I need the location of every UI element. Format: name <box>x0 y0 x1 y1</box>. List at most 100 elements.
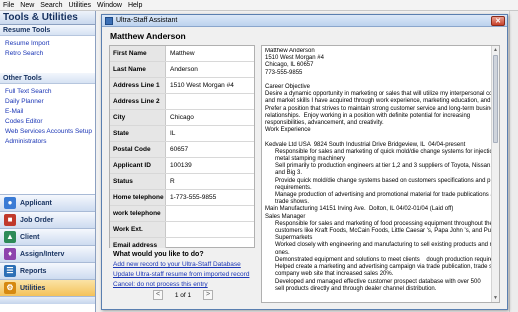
field-first-name: First Name Matthew <box>110 46 254 62</box>
scroll-down-icon[interactable]: ▼ <box>492 294 499 302</box>
nav-label: Job Order <box>20 216 54 224</box>
link-retro-search[interactable]: Retro Search <box>0 49 95 59</box>
add-new-record-link[interactable]: Add new record to your Ultra-Staff Datab… <box>109 260 255 270</box>
ultra-staff-assistant-dialog: Ultra-Staff Assistant ✕ Matthew Anderson… <box>101 14 508 310</box>
scroll-up-icon[interactable]: ▲ <box>492 46 499 54</box>
module-nav: ● Applicant ■ Job Order ▲ Client ♦ Assig… <box>0 194 95 304</box>
field-address-line-2: Address Line 2 <box>110 94 254 110</box>
app-icon <box>105 16 113 25</box>
other-tools-list: Full Text Search Daily Planner E-Mail Co… <box>0 84 95 147</box>
field-label: Home telephone <box>110 190 166 205</box>
nav-label: Client <box>20 233 40 241</box>
applicant-form: First Name Matthew Last Name Anderson Ad… <box>109 45 255 248</box>
field-value[interactable]: 1510 West Morgan #4 <box>170 78 252 93</box>
field-value[interactable]: IL <box>170 126 252 141</box>
field-work-ext: Work Ext. <box>110 222 254 238</box>
field-value[interactable]: Anderson <box>170 62 252 77</box>
action-panel: What would you like to do? Add new recor… <box>109 250 255 289</box>
field-value[interactable]: Matthew <box>170 46 252 61</box>
page-indicator: 1 of 1 <box>174 291 192 299</box>
menu-new[interactable]: New <box>17 0 37 11</box>
field-value[interactable]: 100139 <box>170 158 252 173</box>
field-label: work telephone <box>110 206 166 221</box>
prev-record-button[interactable]: < <box>153 290 163 300</box>
field-city: City Chicago <box>110 110 254 126</box>
field-label: Status <box>110 174 166 189</box>
actions-heading: What would you like to do? <box>113 251 204 258</box>
update-resume-link[interactable]: Update Ultra-staff resume from imported … <box>109 270 255 280</box>
main-scrollbar[interactable] <box>509 11 518 312</box>
nav-applicant[interactable]: ● Applicant <box>0 194 95 211</box>
menu-search[interactable]: Search <box>37 0 65 11</box>
link-email[interactable]: E-Mail <box>0 107 95 117</box>
link-daily-planner[interactable]: Daily Planner <box>0 97 95 107</box>
contact-name: Matthew Anderson <box>110 31 186 41</box>
menu-help[interactable]: Help <box>125 0 145 11</box>
field-label: First Name <box>110 46 166 61</box>
link-administrators[interactable]: Administrators <box>0 137 95 147</box>
field-label: City <box>110 110 166 125</box>
field-address-line-1: Address Line 1 1510 West Morgan #4 <box>110 78 254 94</box>
menu-file[interactable]: File <box>0 0 17 11</box>
resume-text: Matthew Anderson 1510 West Morgan #4 Chi… <box>265 48 491 292</box>
job-order-icon: ■ <box>4 214 16 226</box>
field-last-name: Last Name Anderson <box>110 62 254 78</box>
next-record-button[interactable]: > <box>202 290 213 300</box>
record-pager: < 1 of 1 > <box>153 289 213 301</box>
link-codes-editor[interactable]: Codes Editor <box>0 117 95 127</box>
field-label: Work Ext. <box>110 222 166 237</box>
field-value[interactable] <box>170 206 252 221</box>
field-label: Applicant ID <box>110 158 166 173</box>
field-label: Address Line 2 <box>110 94 166 109</box>
field-work-telephone: work telephone <box>110 206 254 222</box>
field-status: Status R <box>110 174 254 190</box>
field-label: Postal Code <box>110 142 166 157</box>
nav-label: Utilities <box>20 284 46 292</box>
field-home-telephone: Home telephone 1-773-555-9855 <box>110 190 254 206</box>
dialog-titlebar[interactable]: Ultra-Staff Assistant <box>102 15 507 27</box>
field-label: State <box>110 126 166 141</box>
nav-utilities[interactable]: ⚙ Utilities <box>0 279 95 296</box>
nav-client[interactable]: ▲ Client <box>0 228 95 245</box>
field-value[interactable]: Chicago <box>170 110 252 125</box>
menu-utilities[interactable]: Utilities <box>65 0 94 11</box>
field-state: State IL <box>110 126 254 142</box>
other-tools-header[interactable]: Other Tools <box>0 73 95 84</box>
tools-panel: Tools & Utilities Resume Tools Resume Im… <box>0 11 96 312</box>
assign-icon: ♦ <box>4 248 16 260</box>
nav-job-order[interactable]: ■ Job Order <box>0 211 95 228</box>
nav-label: Reports <box>20 267 47 275</box>
reports-icon: ☰ <box>4 265 16 277</box>
field-label: Email address <box>110 238 166 248</box>
client-icon: ▲ <box>4 231 16 243</box>
field-value[interactable] <box>170 94 252 109</box>
field-value[interactable]: 1-773-555-9855 <box>170 190 252 205</box>
field-applicant-id: Applicant ID 100139 <box>110 158 254 174</box>
resume-tools-header[interactable]: Resume Tools <box>0 25 95 36</box>
nav-assign-interv[interactable]: ♦ Assign/Interv <box>0 245 95 262</box>
field-label: Address Line 1 <box>110 78 166 93</box>
nav-label: Applicant <box>20 199 52 207</box>
field-value[interactable]: R <box>170 174 252 189</box>
field-value[interactable]: 60657 <box>170 142 252 157</box>
link-resume-import[interactable]: Resume Import <box>0 39 95 49</box>
scroll-thumb[interactable] <box>493 55 498 143</box>
close-icon[interactable]: ✕ <box>491 16 505 26</box>
menu-bar: File New Search Utilities Window Help <box>0 0 518 11</box>
utilities-icon: ⚙ <box>4 282 16 294</box>
nav-reports[interactable]: ☰ Reports <box>0 262 95 279</box>
resume-tools-list: Resume Import Retro Search <box>0 36 95 73</box>
menu-window[interactable]: Window <box>94 0 125 11</box>
dialog-title: Ultra-Staff Assistant <box>116 16 178 24</box>
field-value[interactable] <box>170 222 252 237</box>
applicant-icon: ● <box>4 197 16 209</box>
field-label: Last Name <box>110 62 166 77</box>
link-full-text-search[interactable]: Full Text Search <box>0 87 95 97</box>
nav-footer <box>0 296 95 304</box>
field-postal-code: Postal Code 60657 <box>110 142 254 158</box>
nav-label: Assign/Interv <box>20 250 65 258</box>
resume-text-box[interactable]: Matthew Anderson 1510 West Morgan #4 Chi… <box>261 45 500 303</box>
panel-title: Tools & Utilities <box>0 11 95 25</box>
link-web-services-accounts-setup[interactable]: Web Services Accounts Setup <box>0 127 95 137</box>
resume-scrollbar[interactable]: ▲ ▼ <box>491 46 499 302</box>
